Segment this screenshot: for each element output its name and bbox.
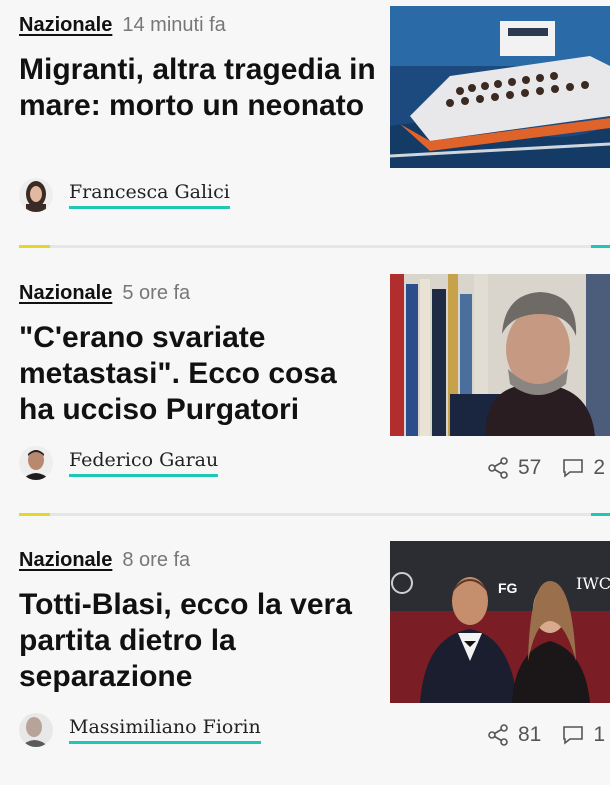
author-link[interactable]: Federico Garau bbox=[69, 449, 219, 477]
social-stats: 81 1 bbox=[486, 723, 610, 747]
share-count: 57 bbox=[518, 456, 542, 479]
divider-accent-left bbox=[19, 513, 50, 516]
article-thumbnail[interactable] bbox=[390, 6, 610, 168]
share-icon[interactable] bbox=[486, 456, 510, 480]
article-meta: Nazionale 8 ore fa bbox=[19, 548, 190, 572]
article-meta: Nazionale 5 ore fa bbox=[19, 281, 190, 305]
article-meta: Nazionale 14 minuti fa bbox=[19, 13, 226, 37]
article-divider bbox=[19, 245, 610, 248]
author-link[interactable]: Massimiliano Fiorin bbox=[69, 716, 261, 744]
timestamp: 8 ore fa bbox=[122, 549, 191, 571]
author-avatar bbox=[19, 178, 53, 212]
article-thumbnail[interactable]: FG IWC bbox=[390, 541, 610, 703]
article-title[interactable]: Totti-Blasi, ecco la vera partita dietro… bbox=[19, 587, 379, 695]
comment-count: 1 bbox=[593, 723, 606, 746]
social-stats: 57 2 bbox=[486, 456, 610, 480]
author-byline: Massimiliano Fiorin bbox=[19, 712, 261, 748]
svg-text:IWC: IWC bbox=[576, 574, 610, 593]
comment-icon[interactable] bbox=[561, 456, 585, 480]
share-count: 81 bbox=[518, 723, 542, 746]
author-avatar bbox=[19, 446, 53, 480]
author-byline: Francesca Galici bbox=[19, 177, 230, 213]
article-divider bbox=[19, 513, 610, 516]
divider-accent-left bbox=[19, 245, 50, 248]
article-title[interactable]: Migranti, altra tragedia in mare: morto … bbox=[19, 52, 379, 124]
author-link[interactable]: Francesca Galici bbox=[69, 181, 230, 209]
author-byline: Federico Garau bbox=[19, 445, 219, 481]
comment-count: 2 bbox=[593, 456, 606, 479]
category-link[interactable]: Nazionale bbox=[19, 282, 112, 304]
category-link[interactable]: Nazionale bbox=[19, 14, 112, 36]
article-card[interactable]: Nazionale 8 ore fa Totti-Blasi, ecco la v… bbox=[0, 535, 610, 785]
author-avatar bbox=[19, 713, 53, 747]
article-card[interactable]: Nazionale 5 ore fa "C'erano svariate meta… bbox=[0, 268, 610, 518]
article-card[interactable]: Nazionale 14 minuti fa Migranti, altra tr… bbox=[0, 0, 610, 250]
svg-text:FG: FG bbox=[498, 580, 518, 596]
divider-accent-right bbox=[591, 513, 610, 516]
timestamp: 5 ore fa bbox=[122, 282, 191, 304]
divider-accent-right bbox=[591, 245, 610, 248]
timestamp: 14 minuti fa bbox=[122, 14, 226, 36]
comment-icon[interactable] bbox=[561, 723, 585, 747]
article-thumbnail[interactable] bbox=[390, 274, 610, 436]
share-icon[interactable] bbox=[486, 723, 510, 747]
article-title[interactable]: "C'erano svariate metastasi". Ecco cosa … bbox=[19, 320, 379, 428]
category-link[interactable]: Nazionale bbox=[19, 549, 112, 571]
